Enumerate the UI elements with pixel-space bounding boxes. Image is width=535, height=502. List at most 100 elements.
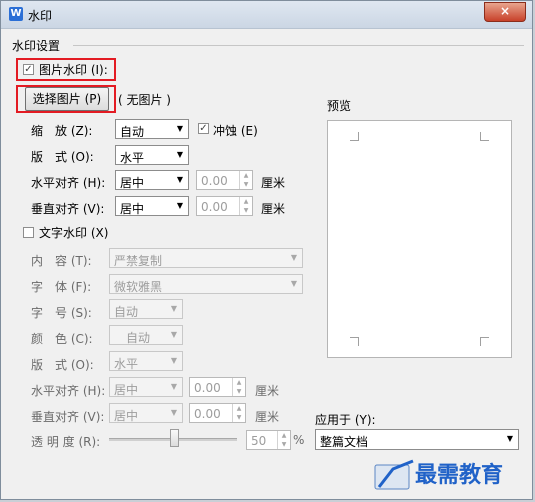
chevron-down-icon: ▼ [290,279,298,288]
layout-value: 水平 [120,151,145,165]
watermark-dialog: W 水印 × 水印设置 ✓ 图片水印 (I): 选择图片 (P) ( 无图片 )… [0,0,533,500]
chevron-down-icon: ▼ [170,330,178,339]
h-offset-value: 0.00 [201,174,228,188]
close-button[interactable]: × [484,2,526,22]
chevron-down-icon: ▼ [170,382,178,391]
spinner-buttons[interactable]: ▲ ▼ [277,431,290,449]
text-h-align-select[interactable]: 居中 ▼ [109,377,183,397]
text-v-align-select[interactable]: 居中 ▼ [109,403,183,423]
size-value: 自动 [114,305,139,319]
spinner-buttons[interactable]: ▲ ▼ [239,197,252,215]
spin-up-icon[interactable]: ▲ [233,404,245,413]
washout-label: 冲蚀 (E) [213,124,258,138]
v-align-select[interactable]: 居中 ▼ [115,196,189,216]
h-offset-unit: 厘米 [261,176,286,190]
section-title: 水印设置 [12,39,61,53]
apply-to-select[interactable]: 整篇文档 ▼ [315,429,519,450]
spin-up-icon[interactable]: ▲ [240,197,252,206]
highlight-choose-image [16,85,116,113]
spinner-buttons[interactable]: ▲ ▼ [232,378,245,396]
chevron-down-icon: ▼ [176,175,184,184]
washout-checkbox[interactable]: ✓ [198,123,209,134]
spin-up-icon[interactable]: ▲ [278,431,290,440]
text-v-offset-unit: 厘米 [255,410,280,424]
spin-up-icon[interactable]: ▲ [240,171,252,180]
highlight-image-watermark [16,58,116,81]
preview-panel [327,120,512,358]
text-h-offset-value: 0.00 [194,381,221,395]
section-divider [73,45,524,46]
chevron-down-icon: ▼ [170,304,178,313]
text-v-offset-value: 0.00 [194,407,221,421]
h-offset-spinner[interactable]: 0.00 ▲ ▼ [196,170,253,190]
text-h-offset-spinner[interactable]: 0.00 ▲ ▼ [189,377,246,397]
scale-select[interactable]: 自动 ▼ [115,119,189,139]
transparency-value: 50 [251,434,267,448]
scale-label: 缩 放 (Z): [31,124,93,138]
text-v-align-value: 居中 [114,409,139,423]
corner-mark [350,337,359,346]
chevron-down-icon: ▼ [170,356,178,365]
title-bar: W 水印 × [1,1,532,29]
spinner-buttons[interactable]: ▲ ▼ [239,171,252,189]
corner-mark [480,132,489,141]
chevron-down-icon: ▼ [506,434,514,443]
spin-down-icon[interactable]: ▼ [233,413,245,422]
color-value: 自动 [126,331,151,345]
wps-app-icon: W [9,7,23,21]
chevron-down-icon: ▼ [176,201,184,210]
transparency-label: 透 明 度 (R): [31,435,101,449]
size-select[interactable]: 自动 ▼ [109,299,183,319]
chevron-down-icon: ▼ [170,408,178,417]
text-h-align-label: 水平对齐 (H): [31,384,106,398]
text-h-offset-unit: 厘米 [255,384,280,398]
h-align-select[interactable]: 居中 ▼ [115,170,189,190]
content-label: 内 容 (T): [31,254,92,268]
font-label: 字 体 (F): [31,280,92,294]
chevron-down-icon: ▼ [176,150,184,159]
chevron-down-icon: ▼ [176,124,184,133]
v-offset-value: 0.00 [201,200,228,214]
spin-down-icon[interactable]: ▼ [240,180,252,189]
h-align-value: 居中 [120,176,145,190]
layout-label: 版 式 (O): [31,150,94,164]
apply-to-label: 应用于 (Y): [315,413,376,427]
v-offset-unit: 厘米 [261,202,286,216]
text-v-align-label: 垂直对齐 (V): [31,410,105,424]
transparency-unit: % [293,433,305,447]
no-image-label: ( 无图片 ) [118,93,171,107]
color-label: 颜 色 (C): [31,332,93,346]
spinner-buttons[interactable]: ▲ ▼ [232,404,245,422]
color-select[interactable]: 自动 ▼ [109,325,183,345]
text-watermark-checkbox[interactable] [23,227,34,238]
text-v-offset-spinner[interactable]: 0.00 ▲ ▼ [189,403,246,423]
corner-mark [350,132,359,141]
chevron-down-icon: ▼ [290,253,298,262]
v-align-label: 垂直对齐 (V): [31,202,105,216]
logo-icon [374,459,414,490]
preview-label: 预览 [327,99,352,113]
corner-mark [480,337,489,346]
content-value: 严禁复制 [114,254,163,268]
text-watermark-label: 文字水印 (X) [39,226,109,240]
v-offset-spinner[interactable]: 0.00 ▲ ▼ [196,196,253,216]
font-select[interactable]: 微软雅黑 ▼ [109,274,303,294]
size-label: 字 号 (S): [31,306,92,320]
content-select[interactable]: 严禁复制 ▼ [109,248,303,268]
font-value: 微软雅黑 [114,280,163,294]
v-align-value: 居中 [120,202,145,216]
window-title: 水印 [28,9,53,23]
text-layout-label: 版 式 (O): [31,358,94,372]
spin-up-icon[interactable]: ▲ [233,378,245,387]
spin-down-icon[interactable]: ▼ [240,206,252,215]
spin-down-icon[interactable]: ▼ [278,440,290,449]
text-layout-select[interactable]: 水平 ▼ [109,351,183,371]
watermark-text: 最需教育 [415,463,504,488]
transparency-slider-handle[interactable] [170,429,179,447]
spin-down-icon[interactable]: ▼ [233,387,245,396]
transparency-spinner[interactable]: 50 ▲ ▼ [246,430,291,450]
layout-select[interactable]: 水平 ▼ [115,145,189,165]
h-align-label: 水平对齐 (H): [31,176,106,190]
scale-value: 自动 [120,125,145,139]
apply-to-value: 整篇文档 [320,435,369,449]
